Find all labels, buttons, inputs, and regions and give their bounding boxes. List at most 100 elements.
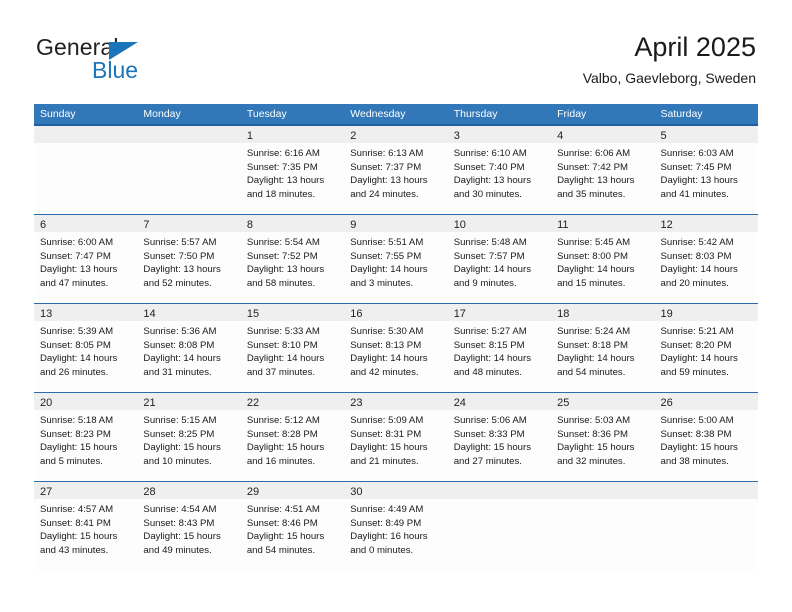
day-sun-info: Sunrise: 5:51 AM Sunset: 7:55 PM Daylight:… bbox=[344, 232, 447, 290]
day-sun-info: Sunrise: 5:15 AM Sunset: 8:25 PM Daylight:… bbox=[137, 410, 240, 468]
logo-text-blue: Blue bbox=[92, 57, 139, 83]
daylight-text-line1: Daylight: 13 hours bbox=[453, 175, 532, 187]
calendar-day-cell[interactable]: 9 Sunrise: 5:51 AM Sunset: 7:55 PM Daylight… bbox=[344, 215, 448, 303]
daylight-text-line2: and 30 minutes. bbox=[453, 188, 522, 200]
calendar-day-cell[interactable]: 23 Sunrise: 5:09 AM Sunset: 8:31 PM Dayligh… bbox=[344, 393, 448, 481]
calendar-day-cell[interactable]: 1 Sunrise: 6:16 AM Sunset: 7:35 PM Daylight… bbox=[240, 126, 345, 214]
calendar-day-cell[interactable]: 22 Sunrise: 5:12 AM Sunset: 8:28 PM Dayligh… bbox=[240, 393, 345, 481]
day-number: 22 bbox=[246, 397, 260, 409]
day-number-band: 20 bbox=[34, 393, 138, 410]
day-sun-info: Sunrise: 6:06 AM Sunset: 7:42 PM Daylight:… bbox=[551, 143, 654, 201]
sunset-text: Sunset: 8:36 PM bbox=[557, 428, 629, 440]
day-sun-info: Sunrise: 5:09 AM Sunset: 8:31 PM Daylight:… bbox=[344, 410, 447, 468]
day-number: 30 bbox=[350, 486, 363, 498]
day-number-band: 15 bbox=[240, 304, 345, 321]
calendar-day-cell[interactable]: 29 Sunrise: 4:51 AM Sunset: 8:46 PM Dayligh… bbox=[240, 482, 345, 570]
daylight-text-line1: Daylight: 16 hours bbox=[350, 531, 428, 543]
day-number-band bbox=[551, 482, 655, 499]
calendar-day-cell[interactable]: 20 Sunrise: 5:18 AM Sunset: 8:23 PM Dayligh… bbox=[34, 393, 138, 481]
daylight-text-line2: and 41 minutes. bbox=[660, 188, 729, 200]
calendar-day-cell[interactable]: 18 Sunrise: 5:24 AM Sunset: 8:18 PM Dayligh… bbox=[551, 304, 655, 392]
day-number: 13 bbox=[40, 308, 53, 320]
calendar-day-cell[interactable]: 11 Sunrise: 5:45 AM Sunset: 8:00 PM Dayligh… bbox=[551, 215, 655, 303]
sunset-text: Sunset: 8:41 PM bbox=[40, 517, 111, 529]
day-sun-info: Sunrise: 5:12 AM Sunset: 8:28 PM Daylight:… bbox=[241, 410, 344, 468]
daylight-text-line2: and 27 minutes. bbox=[453, 455, 522, 467]
sunset-text: Sunset: 7:45 PM bbox=[660, 161, 732, 173]
day-sun-info bbox=[34, 143, 137, 147]
calendar-day-cell[interactable]: 7 Sunrise: 5:57 AM Sunset: 7:50 PM Daylight… bbox=[137, 215, 241, 303]
calendar-day-cell[interactable]: 19 Sunrise: 5:21 AM Sunset: 8:20 PM Dayligh… bbox=[654, 304, 758, 392]
sunrise-text: Sunrise: 4:49 AM bbox=[350, 504, 424, 515]
day-sun-info: Sunrise: 5:33 AM Sunset: 8:10 PM Daylight:… bbox=[241, 321, 344, 379]
daylight-text-line1: Daylight: 14 hours bbox=[557, 353, 635, 365]
sunrise-text: Sunrise: 6:00 AM bbox=[40, 237, 114, 248]
day-number-band: 2 bbox=[344, 126, 448, 143]
calendar-day-cell[interactable]: 15 Sunrise: 5:33 AM Sunset: 8:10 PM Dayligh… bbox=[240, 304, 345, 392]
weekday-header-monday: Monday bbox=[143, 108, 181, 120]
day-number-band: 3 bbox=[447, 126, 552, 143]
daylight-text-line1: Daylight: 15 hours bbox=[246, 442, 325, 454]
day-number: 2 bbox=[350, 130, 357, 142]
day-sun-info: Sunrise: 6:00 AM Sunset: 7:47 PM Daylight:… bbox=[34, 232, 137, 290]
calendar-day-cell[interactable]: 13 Sunrise: 5:39 AM Sunset: 8:05 PM Dayligh… bbox=[34, 304, 138, 392]
calendar-day-cell[interactable]: 21 Sunrise: 5:15 AM Sunset: 8:25 PM Dayligh… bbox=[137, 393, 241, 481]
sunset-text: Sunset: 8:31 PM bbox=[350, 428, 422, 440]
day-number-band: 25 bbox=[551, 393, 655, 410]
calendar-day-cell[interactable]: 10 Sunrise: 5:48 AM Sunset: 7:57 PM Dayligh… bbox=[447, 215, 552, 303]
calendar-day-cell[interactable]: 16 Sunrise: 5:30 AM Sunset: 8:13 PM Dayligh… bbox=[344, 304, 448, 392]
sunset-text: Sunset: 7:40 PM bbox=[453, 161, 525, 173]
sunset-text: Sunset: 8:18 PM bbox=[557, 339, 629, 351]
sunrise-text: Sunrise: 5:00 AM bbox=[660, 415, 734, 426]
day-sun-info: Sunrise: 5:42 AM Sunset: 8:03 PM Daylight:… bbox=[655, 232, 758, 290]
calendar-page: General Blue April 2025 Valbo, Gaevlebor… bbox=[0, 0, 792, 612]
sunrise-text: Sunrise: 5:18 AM bbox=[40, 415, 114, 426]
sunrise-text: Sunrise: 5:54 AM bbox=[246, 237, 320, 248]
sunset-text: Sunset: 8:05 PM bbox=[40, 339, 111, 351]
calendar-day-cell[interactable]: 4 Sunrise: 6:06 AM Sunset: 7:42 PM Daylight… bbox=[551, 126, 655, 214]
day-number-band: 8 bbox=[240, 215, 345, 232]
daylight-text-line1: Daylight: 13 hours bbox=[660, 175, 738, 187]
sunset-text: Sunset: 8:49 PM bbox=[350, 517, 422, 529]
calendar-day-cell[interactable]: 24 Sunrise: 5:06 AM Sunset: 8:33 PM Dayligh… bbox=[447, 393, 552, 481]
sunrise-text: Sunrise: 5:15 AM bbox=[143, 415, 217, 426]
sunrise-text: Sunrise: 5:45 AM bbox=[557, 237, 631, 248]
calendar-day-cell[interactable]: 17 Sunrise: 5:27 AM Sunset: 8:15 PM Dayligh… bbox=[447, 304, 552, 392]
day-sun-info: Sunrise: 6:03 AM Sunset: 7:45 PM Daylight:… bbox=[655, 143, 758, 201]
page-title: April 2025 bbox=[634, 32, 756, 62]
calendar-day-cell[interactable]: 5 Sunrise: 6:03 AM Sunset: 7:45 PM Daylight… bbox=[654, 126, 758, 214]
calendar-day-cell[interactable]: 30 Sunrise: 4:49 AM Sunset: 8:49 PM Dayligh… bbox=[344, 482, 448, 570]
day-number-band bbox=[447, 482, 552, 499]
calendar-day-cell[interactable]: 2 Sunrise: 6:13 AM Sunset: 7:37 PM Daylight… bbox=[344, 126, 448, 214]
calendar-day-cell[interactable]: 12 Sunrise: 5:42 AM Sunset: 8:03 PM Dayligh… bbox=[654, 215, 758, 303]
general-blue-logo[interactable]: General Blue bbox=[36, 34, 236, 86]
sunrise-text: Sunrise: 5:03 AM bbox=[557, 415, 631, 426]
daylight-text-line2: and 15 minutes. bbox=[557, 277, 626, 289]
day-number-band: 1 bbox=[240, 126, 345, 143]
calendar-week-row: 20 Sunrise: 5:18 AM Sunset: 8:23 PM Dayligh… bbox=[34, 392, 758, 481]
daylight-text-line2: and 0 minutes. bbox=[350, 544, 414, 556]
daylight-text-line2: and 24 minutes. bbox=[350, 188, 419, 200]
calendar-day-cell[interactable]: 25 Sunrise: 5:03 AM Sunset: 8:36 PM Dayligh… bbox=[551, 393, 655, 481]
calendar-grid: Sunday Monday Tuesday Wednesday Thursday… bbox=[34, 104, 758, 570]
daylight-text-line2: and 32 minutes. bbox=[557, 455, 626, 467]
calendar-day-cell[interactable]: 26 Sunrise: 5:00 AM Sunset: 8:38 PM Dayligh… bbox=[654, 393, 758, 481]
page-subtitle: Valbo, Gaevleborg, Sweden bbox=[582, 70, 756, 86]
calendar-day-cell[interactable]: 6 Sunrise: 6:00 AM Sunset: 7:47 PM Daylight… bbox=[34, 215, 138, 303]
day-number: 11 bbox=[557, 219, 569, 231]
day-number: 24 bbox=[453, 397, 466, 409]
calendar-day-cell[interactable]: 14 Sunrise: 5:36 AM Sunset: 8:08 PM Dayligh… bbox=[137, 304, 241, 392]
calendar-day-cell[interactable]: 3 Sunrise: 6:10 AM Sunset: 7:40 PM Daylight… bbox=[447, 126, 552, 214]
day-number: 29 bbox=[246, 486, 260, 498]
calendar-day-cell[interactable]: 8 Sunrise: 5:54 AM Sunset: 7:52 PM Daylight… bbox=[240, 215, 345, 303]
calendar-day-cell[interactable]: 27 Sunrise: 4:57 AM Sunset: 8:41 PM Dayligh… bbox=[34, 482, 138, 570]
day-number: 25 bbox=[557, 397, 570, 409]
calendar-day-cell[interactable]: 28 Sunrise: 4:54 AM Sunset: 8:43 PM Dayligh… bbox=[137, 482, 241, 570]
day-sun-info: Sunrise: 5:54 AM Sunset: 7:52 PM Daylight:… bbox=[241, 232, 344, 290]
daylight-text-line2: and 42 minutes. bbox=[350, 366, 419, 378]
daylight-text-line2: and 52 minutes. bbox=[143, 277, 212, 289]
day-number-band: 5 bbox=[654, 126, 758, 143]
daylight-text-line1: Daylight: 15 hours bbox=[350, 442, 428, 454]
day-number-band bbox=[654, 482, 758, 499]
day-number: 16 bbox=[350, 308, 363, 320]
